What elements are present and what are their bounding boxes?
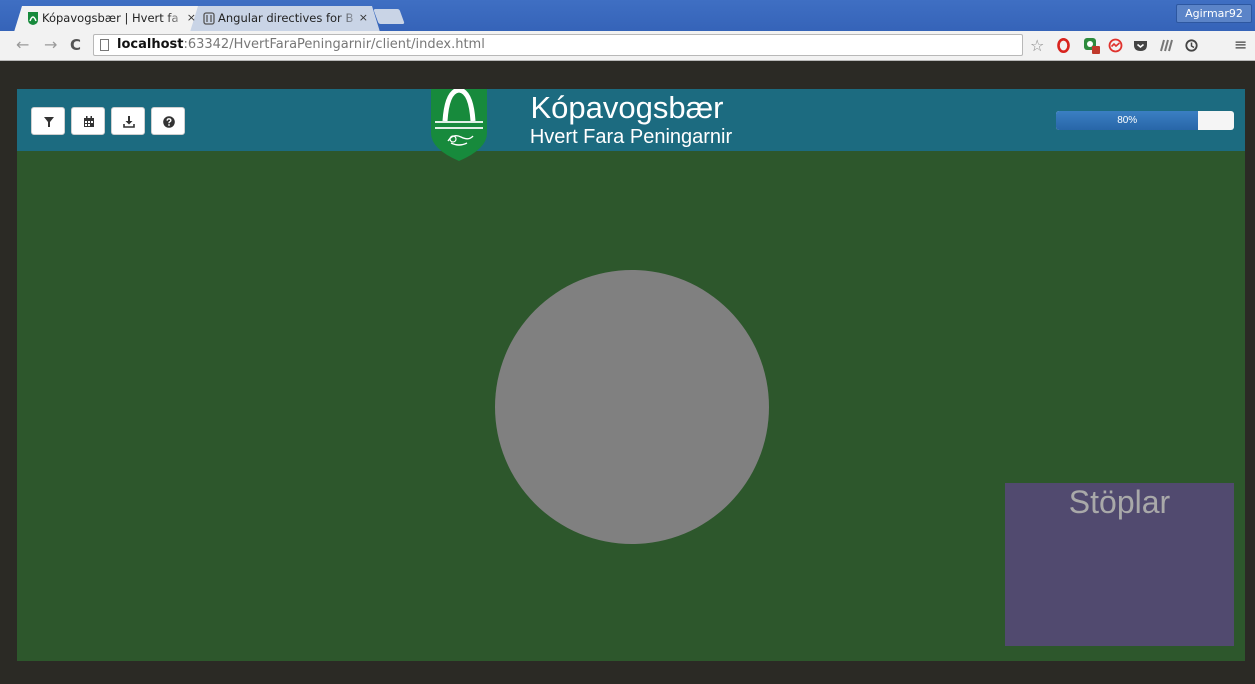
stoplar-panel[interactable]: Stöplar <box>1005 483 1234 646</box>
reload-icon[interactable]: C <box>70 36 81 54</box>
sync-icon[interactable] <box>1184 38 1199 53</box>
panel-title: Stöplar <box>1068 484 1171 520</box>
app-subtitle: Hvert Fara Peningarnir <box>529 126 733 148</box>
filter-button[interactable] <box>31 107 65 135</box>
bookmark-star-icon[interactable]: ☆ <box>1030 36 1044 55</box>
opera-icon[interactable] <box>1056 38 1071 53</box>
tab-close-icon[interactable]: × <box>359 11 368 24</box>
app-container: Kópavogsbær Hvert Fara Peningarnir 80% S… <box>17 89 1245 661</box>
download-icon <box>123 116 135 128</box>
library-icon[interactable] <box>1159 38 1174 53</box>
tab-angular-directives[interactable]: Angular directives for B × <box>190 6 380 32</box>
page-icon <box>100 39 109 51</box>
kopavogur-favicon-icon <box>28 12 38 25</box>
url-host: localhost <box>117 37 184 52</box>
calendar-button[interactable] <box>71 107 105 135</box>
tab-close-icon[interactable]: × <box>187 11 196 24</box>
address-bar[interactable]: localhost:63342/HvertFaraPeningarnir/cli… <box>93 34 1023 56</box>
forward-arrow-icon[interactable]: → <box>44 36 57 54</box>
browser-toolbar: ← → C localhost:63342/HvertFaraPeningarn… <box>0 31 1255 61</box>
filter-icon <box>44 117 54 127</box>
help-button[interactable] <box>151 107 185 135</box>
help-icon <box>163 116 175 128</box>
app-title: Kópavogsbær <box>530 90 724 125</box>
tab-label: Kópavogsbær | Hvert fa <box>42 11 179 25</box>
profile-button[interactable]: Agirmar92 <box>1176 4 1252 23</box>
progress-bar: 80% <box>1056 111 1234 130</box>
download-button[interactable] <box>111 107 145 135</box>
app-navbar: Kópavogsbær Hvert Fara Peningarnir 80% <box>17 89 1245 161</box>
tab-label: Angular directives for B <box>218 11 354 25</box>
tab-strip: Kópavogsbær | Hvert fa × Angular directi… <box>0 0 1255 32</box>
pocket-icon[interactable] <box>1133 38 1148 53</box>
calendar-icon <box>84 116 94 127</box>
url-path: :63342/HvertFaraPeningarnir/client/index… <box>183 37 485 52</box>
angular-ui-favicon-icon <box>203 12 215 25</box>
back-arrow-icon[interactable]: ← <box>16 36 29 54</box>
extension-badge-icon[interactable] <box>1083 37 1100 54</box>
speed-icon[interactable] <box>1108 38 1123 53</box>
new-tab-button[interactable] <box>373 9 405 24</box>
menu-icon[interactable]: ≡ <box>1234 35 1247 54</box>
progress-label: 80% <box>1117 115 1138 126</box>
pie-chart-placeholder[interactable] <box>495 270 769 544</box>
tab-kopavogsbaer[interactable]: Kópavogsbær | Hvert fa × <box>14 6 208 32</box>
